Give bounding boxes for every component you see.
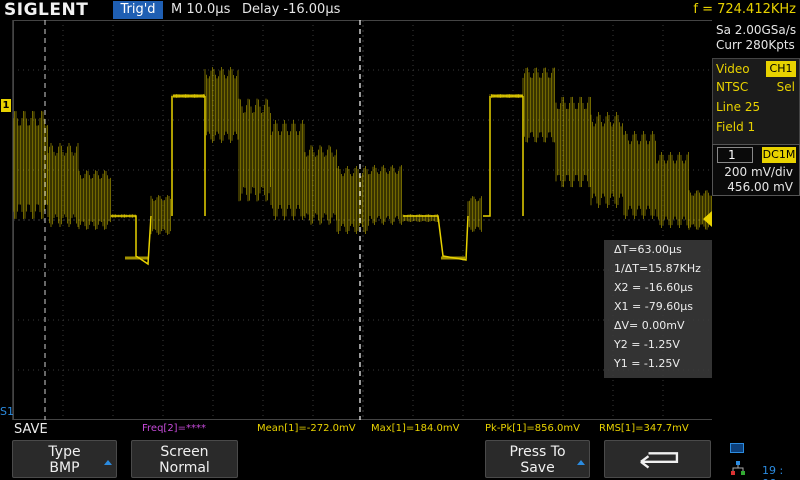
channel-offset: 456.00 mV bbox=[727, 180, 793, 194]
brand-logo: SIGLENT bbox=[4, 0, 89, 20]
cursor-readout-panel: ΔT=63.00µs 1/ΔT=15.87KHz X2 = -16.60µs X… bbox=[604, 240, 724, 378]
screen-value: Normal bbox=[159, 460, 210, 476]
measure-pkpk: Pk-Pk[1]=856.0mV bbox=[485, 423, 581, 434]
memory-depth: Curr 280Kpts bbox=[716, 38, 795, 52]
cursor-x2: X2 = -16.60µs bbox=[614, 281, 693, 294]
measure-mean: Mean[1]=-272.0mV bbox=[257, 423, 356, 434]
save-label: Press To bbox=[509, 444, 566, 460]
channel-scale: 200 mV/div bbox=[724, 165, 793, 179]
cursor-y1: Y1 = -1.25V bbox=[614, 357, 680, 370]
type-label: Type bbox=[48, 444, 81, 460]
trigger-settings[interactable]: Video CH1 NTSC Sel Line 25 Field 1 bbox=[712, 58, 800, 156]
frequency-counter: f = 724.412KHz bbox=[693, 2, 796, 17]
trigger-type: Video bbox=[716, 62, 750, 76]
cursor-delta-t: ΔT=63.00µs bbox=[614, 243, 682, 256]
save-value: Save bbox=[520, 460, 555, 476]
trigger-level-marker[interactable] bbox=[703, 211, 712, 227]
trigger-sync: Sel bbox=[776, 80, 795, 94]
chevron-up-icon bbox=[577, 460, 585, 465]
measurement-strip: Freq[2]=**** Mean[1]=-272.0mV Max[1]=184… bbox=[0, 420, 712, 436]
return-softkey[interactable] bbox=[604, 440, 711, 478]
trigger-status: Trig'd bbox=[113, 1, 163, 19]
right-info-panel: Sa 2.00GSa/s Curr 280Kpts Video CH1 NTSC… bbox=[712, 20, 800, 480]
trigger-source-badge: CH1 bbox=[766, 61, 796, 77]
trigger-line: Line 25 bbox=[716, 100, 761, 114]
return-icon bbox=[640, 452, 679, 469]
waveform-display: ΔT=63.00µs 1/ΔT=15.87KHz X2 = -16.60µs X… bbox=[12, 20, 724, 420]
screen-label: Screen bbox=[160, 444, 209, 460]
measure-max: Max[1]=184.0mV bbox=[371, 423, 460, 434]
s1-marker: S1 bbox=[0, 405, 14, 418]
press-to-save-softkey[interactable]: Press To Save bbox=[485, 440, 590, 478]
cursor-y2: Y2 = -1.25V bbox=[614, 338, 680, 351]
screen-softkey[interactable]: Screen Normal bbox=[131, 440, 238, 478]
type-value: BMP bbox=[49, 460, 80, 476]
channel-number: 1 bbox=[717, 147, 753, 163]
cursor-inverse-delta-t: 1/ΔT=15.87KHz bbox=[614, 262, 701, 275]
ch1-ground-marker[interactable]: 1 bbox=[1, 99, 11, 112]
cursor-x1: X1 = -79.60µs bbox=[614, 300, 693, 313]
chevron-up-icon bbox=[104, 460, 112, 465]
battery-icon bbox=[730, 443, 744, 453]
channel1-settings[interactable]: 1 DC1M 200 mV/div 456.00 mV bbox=[712, 144, 800, 196]
channel-coupling: DC1M bbox=[762, 147, 796, 163]
system-tray: 19 : 06 bbox=[726, 440, 800, 480]
top-status-bar: SIGLENT Trig'd M 10.0µs Delay -16.00µs f… bbox=[0, 0, 800, 20]
type-softkey[interactable]: Type BMP bbox=[12, 440, 117, 478]
timebase-readout: M 10.0µs bbox=[171, 2, 231, 17]
network-icon bbox=[731, 461, 745, 475]
measure-rms: RMS[1]=347.7mV bbox=[599, 423, 689, 434]
cursor-delta-v: ΔV= 0.00mV bbox=[614, 319, 685, 332]
sample-rate: Sa 2.00GSa/s bbox=[716, 23, 797, 37]
trigger-standard: NTSC bbox=[716, 80, 749, 94]
clock: 19 : 06 bbox=[762, 464, 784, 480]
trigger-field: Field 1 bbox=[716, 120, 756, 134]
measure-freq: Freq[2]=**** bbox=[142, 423, 206, 434]
delay-readout: Delay -16.00µs bbox=[242, 2, 341, 17]
